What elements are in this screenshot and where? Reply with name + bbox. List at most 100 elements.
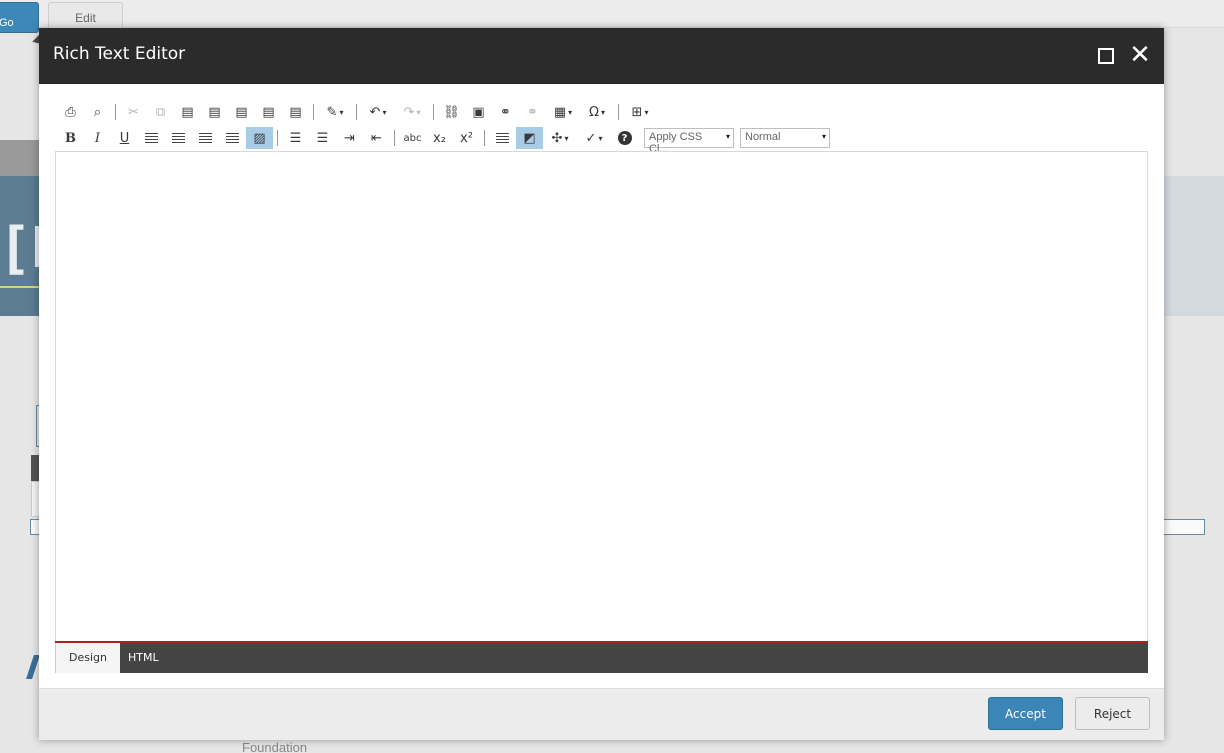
cut-icon-glyph: ✂ (128, 104, 139, 120)
tab-html[interactable]: HTML (115, 643, 172, 673)
insert-symbol-icon-glyph: Ω (589, 104, 599, 120)
numbered-list-icon-glyph: ☰ (289, 130, 302, 146)
insert-media-icon[interactable]: ▣ (465, 101, 492, 123)
underline-icon[interactable]: U (111, 127, 138, 149)
subscript-icon-glyph: x₂ (433, 130, 446, 146)
cut-icon[interactable]: ✂ (120, 101, 147, 123)
bulleted-list-icon[interactable]: ☰ (309, 127, 336, 149)
background-topbar (0, 0, 1224, 28)
justify-icon-glyph (226, 133, 239, 143)
insert-media-icon-glyph: ▣ (472, 104, 485, 120)
toolbar-separator (313, 104, 314, 120)
hyperlink-manager-icon[interactable]: ⚭ (492, 101, 519, 123)
tab-design[interactable]: Design (55, 643, 120, 673)
print-icon[interactable]: ⎙ (57, 101, 84, 123)
toggle-borders-icon-glyph: ◩ (523, 130, 536, 146)
underline-icon-glyph: U (119, 130, 130, 146)
strikethrough-icon[interactable]: abc (399, 127, 426, 149)
editor-content-area[interactable] (55, 151, 1148, 641)
paragraph-style-icon[interactable] (489, 127, 516, 149)
toolbar-separator (115, 104, 116, 120)
background-edit-tab[interactable]: Edit (48, 2, 123, 30)
find-replace-icon[interactable]: ⌕ (84, 101, 111, 123)
dialog-footer: Accept Reject (39, 688, 1164, 740)
superscript-icon-glyph: x² (460, 130, 473, 146)
format-stripper-icon[interactable]: ✎ (318, 101, 352, 123)
outdent-icon[interactable]: ⇤ (363, 127, 390, 149)
paste-icon[interactable]: ▤ (174, 101, 201, 123)
paste-plain-text-icon-glyph: ▤ (262, 104, 275, 120)
insert-component-icon-glyph: ✣ (551, 130, 563, 146)
insert-table-icon[interactable]: ▦ (546, 101, 580, 123)
paste-from-word-strip-icon-glyph: ▤ (235, 104, 248, 120)
subscript-icon[interactable]: x₂ (426, 127, 453, 149)
undo-icon[interactable]: ↶ (361, 101, 395, 123)
align-center-icon-glyph (172, 133, 185, 143)
align-center-icon[interactable] (165, 127, 192, 149)
remove-alignment-icon[interactable]: ▨ (246, 127, 273, 149)
align-right-icon[interactable] (192, 127, 219, 149)
paste-from-word-icon[interactable]: ▤ (201, 101, 228, 123)
paste-as-html-icon[interactable]: ▤ (282, 101, 309, 123)
insert-snippet-icon-glyph: ⊞ (631, 104, 643, 120)
background-banner-right (1164, 176, 1224, 316)
toolbar-separator (484, 130, 485, 146)
insert-snippet-icon[interactable]: ⊞ (623, 101, 657, 123)
redo-icon-glyph: ↷ (403, 104, 415, 120)
remove-alignment-icon-glyph: ▨ (253, 130, 266, 146)
bold-icon-glyph: B (65, 130, 76, 146)
paste-from-word-icon-glyph: ▤ (208, 104, 221, 120)
maximize-icon[interactable] (1098, 48, 1114, 64)
align-left-icon[interactable] (138, 127, 165, 149)
toolbar-separator (618, 104, 619, 120)
spellcheck-icon-glyph: ✓ (585, 130, 597, 146)
format-stripper-icon-glyph: ✎ (326, 104, 338, 120)
insert-component-icon[interactable]: ✣ (543, 127, 577, 149)
paste-from-word-strip-icon[interactable]: ▤ (228, 101, 255, 123)
toolbar-separator (394, 130, 395, 146)
toolbar-separator (433, 104, 434, 120)
editor-toolbar: ⎙ ⌕ ✂ ⧉ ▤ ▤ ▤ ▤ ▤ ✎ ↶ ↷ ⛓ ▣ ⚭ ⚭ ▦ Ω ⊞ B I U ▨ ☰ ☰ ⇥ ⇤ abc x₂ x² ◩ ✣ ✓? A… (57, 100, 1147, 155)
print-icon-glyph: ⎙ (65, 104, 76, 120)
superscript-icon[interactable]: x² (453, 127, 480, 149)
editor-mode-bar: Design HTML (55, 641, 1148, 673)
numbered-list-icon[interactable]: ☰ (282, 127, 309, 149)
outdent-icon-glyph: ⇤ (371, 130, 382, 146)
paragraph-format-dropdown[interactable]: Normal (740, 128, 830, 148)
justify-icon[interactable] (219, 127, 246, 149)
copy-icon[interactable]: ⧉ (147, 101, 174, 123)
toggle-borders-icon[interactable]: ◩ (516, 127, 543, 149)
insert-symbol-icon[interactable]: Ω (580, 101, 614, 123)
strikethrough-icon-glyph: abc (403, 132, 422, 144)
help-icon[interactable]: ? (611, 127, 638, 149)
undo-icon-glyph: ↶ (369, 104, 381, 120)
spellcheck-icon[interactable]: ✓ (577, 127, 611, 149)
background-banner: [N (0, 176, 40, 316)
remove-link-icon-glyph: ⚭ (527, 104, 538, 120)
paragraph-style-icon-glyph (496, 133, 509, 143)
accept-button[interactable]: Accept (988, 697, 1063, 730)
reject-button[interactable]: Reject (1075, 697, 1150, 730)
toolbar-row-1: ⎙ ⌕ ✂ ⧉ ▤ ▤ ▤ ▤ ▤ ✎ ↶ ↷ ⛓ ▣ ⚭ ⚭ ▦ Ω ⊞ (57, 100, 657, 124)
italic-icon[interactable]: I (84, 127, 111, 149)
indent-icon-glyph: ⇥ (344, 130, 355, 146)
background-grey-band (0, 140, 40, 176)
toolbar-separator (356, 104, 357, 120)
paste-plain-text-icon[interactable]: ▤ (255, 101, 282, 123)
toolbar-separator (277, 130, 278, 146)
copy-icon-glyph: ⧉ (155, 104, 166, 120)
css-class-dropdown[interactable]: Apply CSS Cl... (644, 128, 734, 155)
remove-link-icon[interactable]: ⚭ (519, 101, 546, 123)
paste-icon-glyph: ▤ (181, 104, 194, 120)
background-go-button[interactable]: Go (0, 2, 39, 33)
bold-icon[interactable]: B (57, 127, 84, 149)
redo-icon[interactable]: ↷ (395, 101, 429, 123)
indent-icon[interactable]: ⇥ (336, 127, 363, 149)
insert-table-icon-glyph: ▦ (553, 104, 567, 120)
close-icon[interactable]: ✕ (1128, 42, 1152, 68)
help-icon-glyph: ? (617, 131, 632, 145)
insert-link-icon[interactable]: ⛓ (438, 101, 465, 123)
background-banner-line (0, 286, 40, 288)
background-footer-text: Foundation (242, 740, 308, 753)
find-replace-icon-glyph: ⌕ (93, 104, 102, 120)
